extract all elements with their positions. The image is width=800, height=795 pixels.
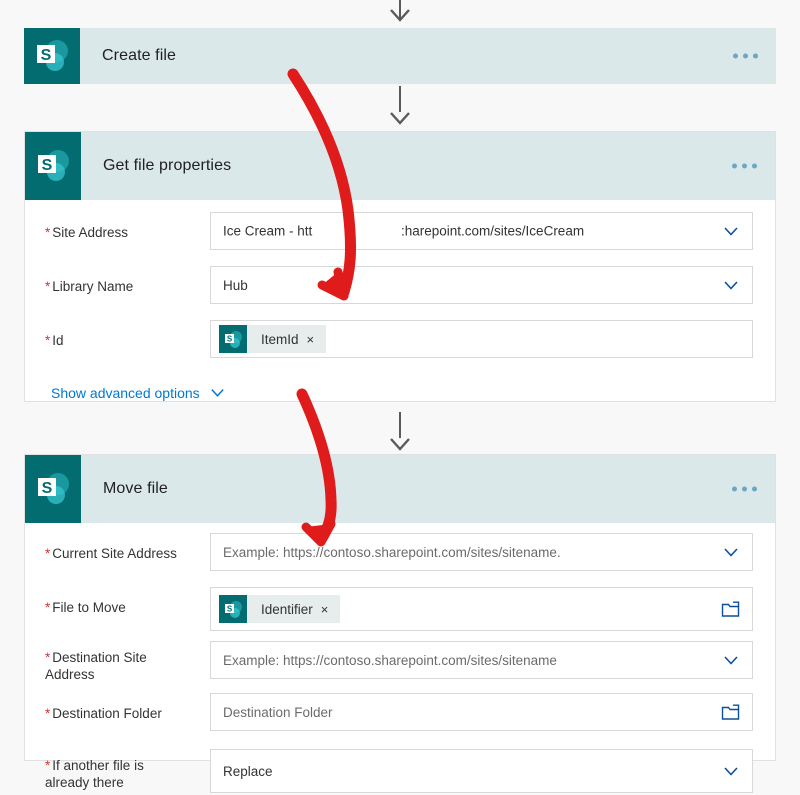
field-label: * Destination Site Address xyxy=(45,650,147,682)
card-header[interactable]: S Move file xyxy=(25,455,775,523)
dot xyxy=(733,53,738,59)
field-label-line2: already there xyxy=(45,775,124,790)
card-overflow-menu-button[interactable] xyxy=(733,53,758,59)
id-input[interactable]: S ItemId × xyxy=(210,320,753,358)
card-body: * Site Address Ice Cream - htt :harepoint… xyxy=(25,200,775,401)
sharepoint-icon: S xyxy=(219,325,247,353)
chevron-down-icon[interactable] xyxy=(722,276,740,294)
field-control: Example: https://contoso.sharepoint.com/… xyxy=(210,533,753,571)
chevron-down-icon[interactable] xyxy=(722,762,740,780)
chevron-down-icon[interactable] xyxy=(722,543,740,561)
dot xyxy=(742,163,747,169)
conflict-behavior-value: Replace xyxy=(223,763,273,779)
destination-site-address-dropdown[interactable]: Example: https://contoso.sharepoint.com/… xyxy=(210,641,753,679)
field-label: * Id xyxy=(45,333,64,348)
sharepoint-icon: S xyxy=(25,132,81,200)
conflict-behavior-dropdown[interactable]: Replace xyxy=(210,749,753,793)
field-site-address: * Site Address Ice Cream - htt :harepoint… xyxy=(25,200,775,258)
card-header[interactable]: S Create file xyxy=(24,28,776,84)
field-library-name: * Library Name Hub xyxy=(25,258,775,312)
current-site-address-dropdown[interactable]: Example: https://contoso.sharepoint.com/… xyxy=(210,533,753,571)
field-label: * Destination Folder xyxy=(45,706,162,721)
field-label-line2: Address xyxy=(45,667,95,682)
show-advanced-options-link[interactable]: Show advanced options xyxy=(25,366,775,401)
required-asterisk: * xyxy=(45,650,51,665)
field-control: Destination Folder xyxy=(210,693,753,731)
token-remove-icon[interactable]: × xyxy=(305,333,327,346)
chevron-down-icon[interactable] xyxy=(722,222,740,240)
destination-site-address-placeholder: Example: https://contoso.sharepoint.com/… xyxy=(223,652,557,668)
destination-folder-input[interactable]: Destination Folder xyxy=(210,693,753,731)
field-label: * Site Address xyxy=(45,225,129,240)
required-asterisk: * xyxy=(45,279,51,294)
dot xyxy=(753,53,758,59)
required-asterisk: * xyxy=(45,225,51,240)
card-overflow-menu-button[interactable] xyxy=(732,486,757,492)
required-asterisk: * xyxy=(45,600,51,615)
field-current-site-address: * Current Site Address Example: https://c… xyxy=(25,523,775,579)
field-id: * Id S ItemId × xyxy=(25,312,775,366)
field-if-another-file-is-already-there: * If another file is already there Replac… xyxy=(25,739,775,795)
svg-text:S: S xyxy=(227,335,233,344)
sharepoint-icon: S xyxy=(24,28,80,84)
svg-text:S: S xyxy=(41,47,52,64)
field-label: * Current Site Address xyxy=(45,546,177,561)
dynamic-content-token[interactable]: S Identifier × xyxy=(219,595,341,623)
dot xyxy=(742,486,747,492)
sharepoint-icon: S xyxy=(25,455,81,523)
show-advanced-options-label: Show advanced options xyxy=(51,384,200,401)
field-control: Hub xyxy=(210,266,753,304)
dynamic-content-token[interactable]: S ItemId × xyxy=(219,325,327,353)
field-destination-site-address: * Destination Site Address Example: https… xyxy=(25,633,775,687)
field-label: * If another file is already there xyxy=(45,758,144,790)
action-card-create-file[interactable]: S Create file xyxy=(24,28,776,84)
dot xyxy=(752,163,757,169)
library-name-dropdown[interactable]: Hub xyxy=(210,266,753,304)
svg-text:S: S xyxy=(42,157,53,174)
dot xyxy=(732,163,737,169)
token-label: ItemId xyxy=(261,331,299,347)
card-header[interactable]: S Get file properties xyxy=(25,132,775,200)
chevron-down-icon xyxy=(210,389,224,397)
site-address-value-right: :harepoint.com/sites/IceCream xyxy=(401,223,585,239)
card-title: Create file xyxy=(102,47,177,64)
card-body: * Current Site Address Example: https://c… xyxy=(25,523,775,795)
dot xyxy=(743,53,748,59)
field-file-to-move: * File to Move S Identifier × xyxy=(25,579,775,633)
field-control: Replace xyxy=(210,749,753,793)
site-address-dropdown[interactable]: Ice Cream - htt :harepoint.com/sites/Ice… xyxy=(210,212,753,250)
card-overflow-menu-button[interactable] xyxy=(732,163,757,169)
required-asterisk: * xyxy=(45,758,51,773)
action-card-move-file[interactable]: S Move file * Current Site Address Exampl… xyxy=(24,454,776,793)
folder-picker-icon[interactable] xyxy=(721,600,740,618)
card-title: Get file properties xyxy=(103,157,232,174)
dot xyxy=(752,486,757,492)
site-address-value-left: Ice Cream - htt xyxy=(223,223,313,239)
field-destination-folder: * Destination Folder Destination Folder xyxy=(25,687,775,739)
required-asterisk: * xyxy=(45,546,51,561)
required-asterisk: * xyxy=(45,333,51,348)
field-control: S Identifier × xyxy=(210,587,753,631)
dot xyxy=(732,486,737,492)
field-control: Ice Cream - htt :harepoint.com/sites/Ice… xyxy=(210,212,753,250)
library-name-value: Hub xyxy=(223,277,248,293)
token-remove-icon[interactable]: × xyxy=(319,603,341,616)
sharepoint-icon: S xyxy=(219,595,247,623)
field-control: S ItemId × xyxy=(210,320,753,358)
token-label: Identifier xyxy=(261,601,313,617)
svg-text:S: S xyxy=(227,605,233,614)
card-title: Move file xyxy=(103,480,168,497)
svg-text:S: S xyxy=(42,480,53,497)
file-to-move-input[interactable]: S Identifier × xyxy=(210,587,753,631)
folder-picker-icon[interactable] xyxy=(721,703,740,721)
field-control: Example: https://contoso.sharepoint.com/… xyxy=(210,641,753,679)
required-asterisk: * xyxy=(45,706,51,721)
field-label: * Library Name xyxy=(45,279,134,294)
chevron-down-icon[interactable] xyxy=(722,651,740,669)
action-card-get-file-properties[interactable]: S Get file properties * Site Address Ice … xyxy=(24,131,776,402)
current-site-address-placeholder: Example: https://contoso.sharepoint.com/… xyxy=(223,544,561,560)
destination-folder-placeholder: Destination Folder xyxy=(223,704,333,720)
field-label: * File to Move xyxy=(45,600,126,615)
flow-designer-canvas: S Create file S Get file properties * Si… xyxy=(0,0,800,793)
